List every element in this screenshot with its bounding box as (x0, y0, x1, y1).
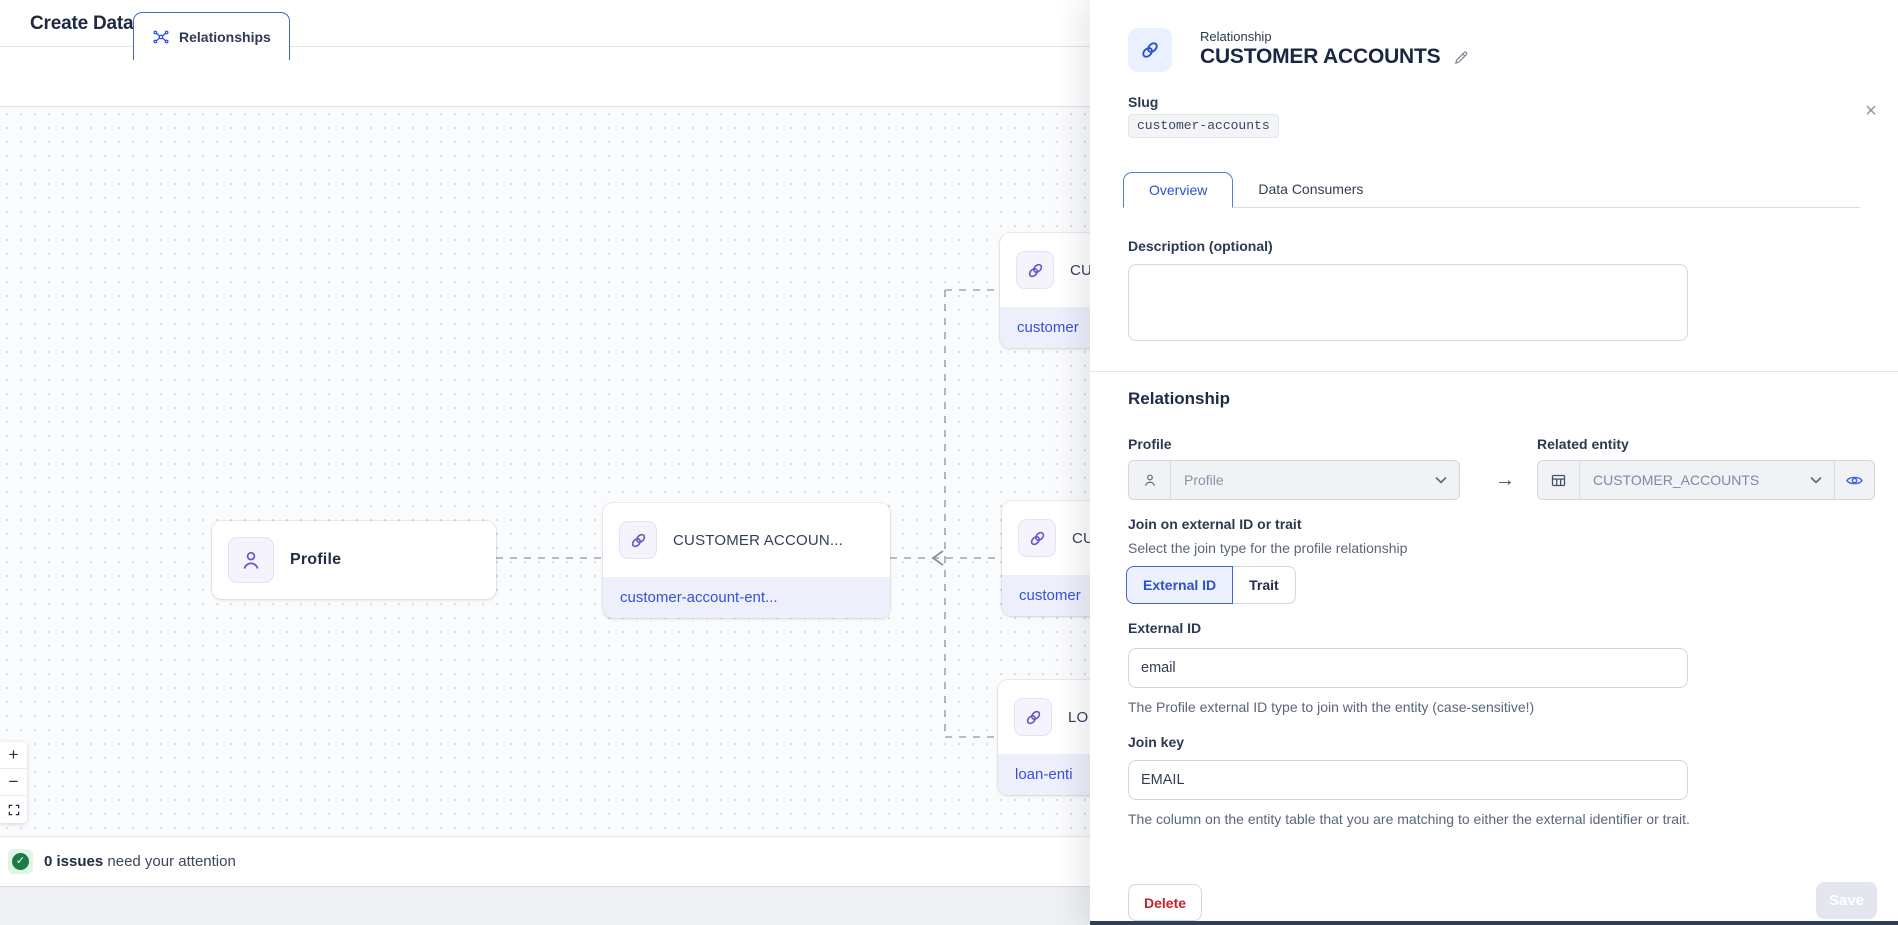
description-label: Description (optional) (1128, 238, 1273, 254)
person-icon (228, 537, 274, 583)
related-entity-value: CUSTOMER_ACCOUNTS (1593, 472, 1759, 488)
table-icon (1538, 461, 1580, 499)
panel-type-label: Relationship (1200, 29, 1272, 44)
entity-node-customer-accounts[interactable]: CUSTOMER ACCOUN... customer-account-ent.… (603, 503, 890, 618)
profile-field-label: Profile (1128, 436, 1172, 452)
edit-title-button[interactable] (1453, 49, 1470, 66)
tab-relationships[interactable]: Relationships (133, 12, 290, 60)
slug-value: customer-accounts (1128, 114, 1279, 138)
delete-button[interactable]: Delete (1128, 884, 1202, 921)
relationship-section-title: Relationship (1128, 389, 1230, 409)
issues-status-text: 0 issues need your attention (44, 853, 236, 870)
join-key-help: The column on the entity table that you … (1128, 809, 1703, 830)
canvas-zoom-controls: + − (0, 742, 27, 823)
join-key-input[interactable] (1128, 760, 1688, 800)
join-type-toggle: External ID Trait (1126, 566, 1296, 604)
join-type-help: Select the join type for the profile rel… (1128, 538, 1407, 559)
join-type-external-id-option[interactable]: External ID (1126, 566, 1233, 604)
status-check-chip: ✓ (8, 849, 33, 874)
profile-select-value: Profile (1184, 472, 1224, 488)
external-id-help: The Profile external ID type to join wit… (1128, 697, 1534, 718)
panel-title: CUSTOMER ACCOUNTS (1200, 45, 1440, 69)
external-id-input[interactable] (1128, 648, 1688, 688)
tab-relationships-label: Relationships (179, 29, 271, 45)
link-icon (1018, 519, 1056, 557)
relationship-detail-panel: Relationship CUSTOMER ACCOUNTS × Slug cu… (1090, 0, 1898, 925)
link-icon (619, 521, 657, 559)
section-divider (1090, 371, 1898, 372)
entity-node-title: CUSTOMER ACCOUN... (673, 532, 843, 549)
zoom-in-button[interactable]: + (0, 742, 27, 769)
link-icon (1128, 28, 1172, 72)
panel-bottom-edge (1090, 921, 1898, 925)
external-id-label: External ID (1128, 620, 1201, 636)
network-icon (152, 28, 170, 46)
link-icon (1014, 698, 1052, 736)
relationship-node-title: CU (1070, 262, 1092, 279)
person-icon (1129, 461, 1171, 499)
join-type-trait-option[interactable]: Trait (1233, 566, 1296, 604)
tab-overview[interactable]: Overview (1123, 172, 1233, 208)
create-data-graph-screen: Create Data Graph Entities (0, 0, 1898, 925)
profile-select[interactable]: Profile (1128, 460, 1460, 500)
tab-data-consumers[interactable]: Data Consumers (1233, 171, 1388, 207)
chevron-down-icon (1810, 476, 1822, 484)
zoom-out-button[interactable]: − (0, 769, 27, 796)
link-icon (1016, 251, 1054, 289)
related-entity-label: Related entity (1537, 436, 1629, 452)
description-textarea[interactable] (1128, 264, 1688, 341)
relationship-node-title: LO (1068, 709, 1088, 726)
save-button[interactable]: Save (1816, 882, 1877, 919)
join-key-label: Join key (1128, 734, 1184, 750)
check-icon: ✓ (12, 853, 29, 870)
join-type-label: Join on external ID or trait (1128, 516, 1301, 532)
close-panel-button[interactable]: × (1858, 98, 1884, 124)
entity-node-slug[interactable]: customer-account-ent... (603, 577, 890, 618)
issues-message: need your attention (103, 853, 236, 870)
arrow-right-icon: → (1483, 460, 1527, 500)
profile-node-label: Profile (290, 551, 341, 569)
fullscreen-button[interactable] (0, 796, 27, 823)
slug-label: Slug (1128, 94, 1158, 110)
related-entity-select[interactable]: CUSTOMER_ACCOUNTS (1537, 460, 1875, 500)
issues-count: 0 issues (44, 853, 103, 870)
panel-tabs: Overview Data Consumers (1123, 171, 1860, 208)
preview-entity-button[interactable] (1834, 461, 1874, 499)
profile-node[interactable]: Profile (212, 521, 496, 599)
chevron-down-icon (1435, 476, 1447, 484)
